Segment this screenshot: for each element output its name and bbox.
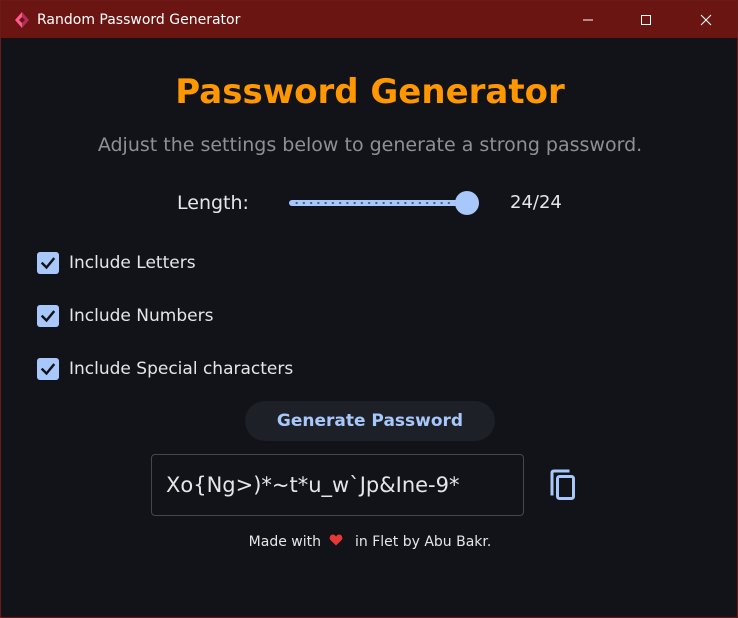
password-field[interactable]: Xo{Ng>)*~t*u_w`Jp&Ine-9* [151,454,524,516]
heart-icon [329,534,343,546]
footer-text-after: in Flet by Abu Bakr. [354,534,492,550]
generate-password-button[interactable]: Generate Password [245,401,495,441]
close-icon [700,14,712,25]
length-slider[interactable] [285,190,485,216]
include-special-label: Include Special characters [69,359,294,379]
checkmark-icon [40,257,56,270]
page-title: Password Generator [175,72,565,112]
include-special-checkbox[interactable] [37,358,59,380]
password-value[interactable]: Xo{Ng>)*~t*u_w`Jp&Ine-9* [166,472,460,498]
length-label: Length: [177,192,249,214]
checkmark-icon [40,310,56,323]
copy-button[interactable] [547,469,579,503]
footer-text-before: Made with [248,534,321,550]
include-letters-option[interactable]: Include Letters [37,251,196,275]
window-title: Random Password Generator [37,12,241,28]
minimize-button[interactable] [565,1,611,38]
app-window: Random Password Generator Password Gener… [0,0,738,618]
include-numbers-option[interactable]: Include Numbers [37,304,213,328]
close-button[interactable] [683,1,729,38]
checkmark-icon [40,363,56,376]
maximize-icon [641,14,651,25]
title-bar[interactable]: Random Password Generator [1,1,737,38]
include-numbers-label: Include Numbers [69,306,214,326]
include-letters-label: Include Letters [69,253,196,273]
copy-icon [550,469,575,500]
length-value: 24/24 [510,192,562,213]
include-letters-checkbox[interactable] [37,252,59,274]
slider-thumb[interactable] [455,191,479,215]
main-content: Password Generator Adjust the settings b… [1,38,737,617]
maximize-button[interactable] [623,1,669,38]
slider-tick-marks [293,202,467,204]
flet-logo-icon [15,12,29,28]
footer-credit: Made with in Flet by Abu Bakr. [1,532,738,552]
include-numbers-checkbox[interactable] [37,305,59,327]
include-special-option[interactable]: Include Special characters [37,357,293,381]
minimize-icon [583,19,593,20]
page-subtitle: Adjust the settings below to generate a … [97,134,643,156]
